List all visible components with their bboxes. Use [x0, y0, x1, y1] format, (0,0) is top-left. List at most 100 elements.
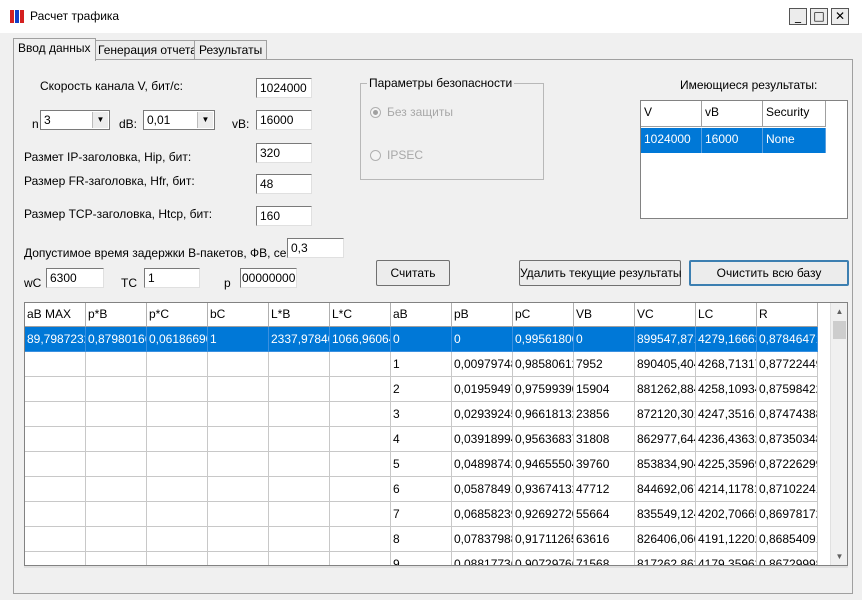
grid-cell[interactable]	[208, 477, 269, 502]
db-select[interactable]: 0,01 ▼	[143, 110, 215, 130]
grid-cell[interactable]: 0,97599390	[513, 377, 574, 402]
no-protection-radio[interactable]	[370, 107, 381, 118]
tab-report-generation[interactable]: Генерация отчета	[93, 40, 202, 60]
results-col-vb[interactable]: vB	[702, 101, 763, 127]
grid-cell[interactable]	[25, 527, 86, 552]
grid-cell[interactable]: 1066,96064	[330, 327, 391, 352]
grid-cell[interactable]: 4258,10934	[696, 377, 757, 402]
grid-cell[interactable]	[208, 452, 269, 477]
grid-cell[interactable]	[269, 477, 330, 502]
grid-cell[interactable]: 0,03918994	[452, 427, 513, 452]
grid-cell[interactable]: 0,87474388	[757, 402, 818, 427]
grid-cell[interactable]: 47712	[574, 477, 635, 502]
grid-cell[interactable]: 4214,11781	[696, 477, 757, 502]
grid-cell[interactable]	[25, 402, 86, 427]
grid-cell[interactable]: 0,91711265	[513, 527, 574, 552]
grid-cell[interactable]: 0,98580612	[513, 352, 574, 377]
grid-header-cell[interactable]: L*B	[269, 303, 330, 327]
grid-cell[interactable]	[86, 352, 147, 377]
grid-cell[interactable]	[208, 427, 269, 452]
delete-current-results-button[interactable]: Удалить текущие результаты	[519, 260, 682, 286]
grid-cell[interactable]	[86, 427, 147, 452]
results-col-v[interactable]: V	[641, 101, 702, 127]
grid-cell[interactable]	[269, 377, 330, 402]
chevron-down-icon[interactable]: ▼	[92, 112, 108, 128]
tab-input-data[interactable]: Ввод данных	[13, 38, 96, 61]
grid-cell[interactable]	[147, 352, 208, 377]
grid-cell[interactable]	[86, 502, 147, 527]
grid-cell[interactable]	[147, 552, 208, 565]
grid-cell[interactable]: 0,01959497	[452, 377, 513, 402]
grid-header-cell[interactable]: bC	[208, 303, 269, 327]
grid-cell[interactable]: 0,87598422	[757, 377, 818, 402]
grid-cell[interactable]: 0,04898742	[452, 452, 513, 477]
grid-cell[interactable]: 0,06858239	[452, 502, 513, 527]
grid-cell[interactable]: 4225,35969	[696, 452, 757, 477]
grid-cell[interactable]: 23856	[574, 402, 635, 427]
grid-cell[interactable]: 0,87226299	[757, 452, 818, 477]
grid-cell[interactable]: 55664	[574, 502, 635, 527]
grid-cell[interactable]: 5	[391, 452, 452, 477]
grid-cell[interactable]	[86, 552, 147, 565]
grid-cell[interactable]	[330, 477, 391, 502]
ipsec-radio[interactable]	[370, 150, 381, 161]
grid-cell[interactable]	[25, 477, 86, 502]
grid-cell[interactable]: 31808	[574, 427, 635, 452]
grid-cell[interactable]: 0,93674132	[513, 477, 574, 502]
grid-cell[interactable]: 0,99561800	[513, 327, 574, 352]
grid-cell[interactable]: 0	[391, 327, 452, 352]
grid-cell[interactable]	[86, 477, 147, 502]
grid-cell[interactable]: 0,02939245	[452, 402, 513, 427]
grid-header-cell[interactable]: VB	[574, 303, 635, 327]
results-col-security[interactable]: Security	[763, 101, 826, 127]
grid-header-cell[interactable]: p*C	[147, 303, 208, 327]
grid-cell[interactable]	[269, 452, 330, 477]
grid-cell[interactable]	[330, 527, 391, 552]
grid-cell[interactable]: 0,87980166	[86, 327, 147, 352]
grid-cell[interactable]	[86, 452, 147, 477]
grid-cell[interactable]	[330, 352, 391, 377]
grid-cell[interactable]: 0,95636837	[513, 427, 574, 452]
results-row-v[interactable]: 1024000	[641, 128, 702, 153]
tc-input[interactable]: 1	[144, 268, 200, 288]
grid-cell[interactable]	[147, 427, 208, 452]
grid-cell[interactable]: 0,87846471	[757, 327, 818, 352]
grid-cell[interactable]: 853834,904	[635, 452, 696, 477]
grid-cell[interactable]	[86, 377, 147, 402]
grid-cell[interactable]: 0,90729766	[513, 552, 574, 565]
grid-cell[interactable]	[208, 377, 269, 402]
grid-cell[interactable]: 817262,863	[635, 552, 696, 565]
scroll-thumb[interactable]	[833, 321, 846, 339]
grid-cell[interactable]: 4279,16663	[696, 327, 757, 352]
grid-cell[interactable]	[147, 452, 208, 477]
grid-header-cell[interactable]: LC	[696, 303, 757, 327]
grid-cell[interactable]: 4	[391, 427, 452, 452]
grid-cell[interactable]: 4236,43632	[696, 427, 757, 452]
grid-cell[interactable]: 0,94655504	[513, 452, 574, 477]
grid-cell[interactable]	[208, 402, 269, 427]
grid-header-cell[interactable]: pB	[452, 303, 513, 327]
grid-header-cell[interactable]: pC	[513, 303, 574, 327]
grid-cell[interactable]	[86, 527, 147, 552]
grid-cell[interactable]: 881262,884	[635, 377, 696, 402]
grid-cell[interactable]: 0,87102241	[757, 477, 818, 502]
grid-cell[interactable]: 835549,124	[635, 502, 696, 527]
grid-cell[interactable]: 0,07837988	[452, 527, 513, 552]
grid-cell[interactable]: 4179,35963	[696, 552, 757, 565]
grid-cell[interactable]: 844692,067	[635, 477, 696, 502]
grid-cell[interactable]: 39760	[574, 452, 635, 477]
grid-cell[interactable]	[25, 352, 86, 377]
n-select[interactable]: 3 ▼	[40, 110, 110, 130]
grid-cell[interactable]	[86, 402, 147, 427]
grid-cell[interactable]	[25, 377, 86, 402]
grid-cell[interactable]: 0	[452, 327, 513, 352]
grid-cell[interactable]: 2337,97840	[269, 327, 330, 352]
wc-input[interactable]: 6300	[46, 268, 104, 288]
grid-cell[interactable]: 9	[391, 552, 452, 565]
grid-cell[interactable]	[208, 527, 269, 552]
grid-cell[interactable]	[208, 352, 269, 377]
grid-cell[interactable]: 0,87350348	[757, 427, 818, 452]
grid-cell[interactable]: 0,05878491	[452, 477, 513, 502]
grid-cell[interactable]: 4202,70665	[696, 502, 757, 527]
results-row-security[interactable]: None	[763, 128, 826, 153]
